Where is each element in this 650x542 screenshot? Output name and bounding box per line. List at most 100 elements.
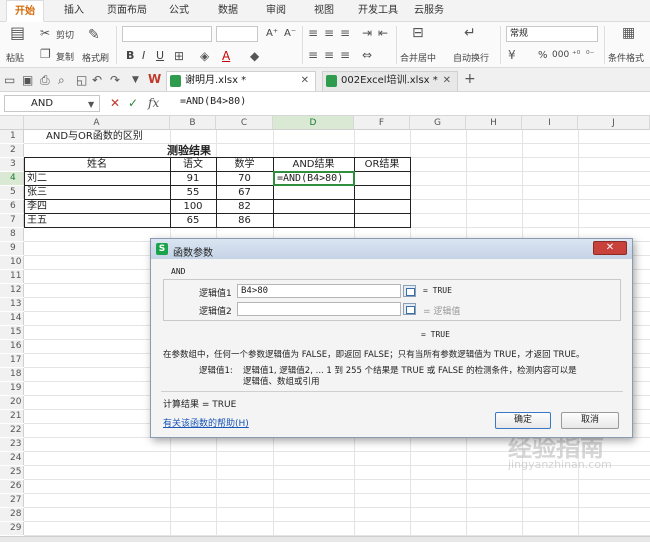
row-header[interactable]: 27 [0,494,24,507]
increase-decimal-icon[interactable]: ⁺⁰ [572,48,580,62]
tab-home[interactable]: 开始 [6,0,44,22]
redo-icon[interactable]: ↷ [110,73,120,87]
merge-center-button[interactable]: 合并居中 [400,51,436,64]
row-header[interactable]: 21 [0,410,24,423]
border-icon[interactable]: ⊞ [174,49,184,63]
ok-button[interactable]: 确定 [495,412,551,429]
arg1-input[interactable]: B4>80 [237,284,401,298]
collapse-dialog-icon[interactable] [403,285,416,297]
cell-chinese[interactable]: 55 [170,186,216,199]
cell-chinese[interactable]: 91 [170,172,216,185]
select-all-corner[interactable] [0,116,24,130]
name-box-dropdown-icon[interactable]: ▼ [88,98,94,112]
row-header[interactable]: 26 [0,480,24,493]
column-header-i[interactable]: I [522,116,578,130]
wrap-text-button[interactable]: 自动换行 [453,51,489,64]
cell-a1[interactable]: AND与OR函数的区别 [46,130,186,143]
row-header[interactable]: 4 [0,172,24,185]
row-header[interactable]: 29 [0,522,24,535]
row-header[interactable]: 23 [0,438,24,451]
row-header[interactable]: 9 [0,242,24,255]
row-header[interactable]: 13 [0,298,24,311]
header-or-result[interactable]: OR结果 [354,158,410,171]
conditional-format-icon[interactable]: ▦ [622,26,635,40]
indent-icon[interactable]: ⇥ [362,26,372,40]
row-header[interactable]: 1 [0,130,24,143]
print-icon[interactable]: ⎙ [40,73,50,87]
column-header-a[interactable]: A [24,116,170,130]
paste-label[interactable]: 粘贴 [6,51,24,64]
font-color-icon[interactable]: A [222,49,230,63]
wrap-text-icon[interactable]: ↵ [464,26,476,40]
tab-formulas[interactable]: 公式 [169,0,189,22]
table-title[interactable]: 测验结果 [24,144,354,157]
header-math[interactable]: 数学 [216,158,273,171]
row-header[interactable]: 6 [0,200,24,213]
doc-tab[interactable]: 002Excel培训.xlsx * ✕ [322,71,458,91]
cell-math[interactable]: 86 [216,214,273,227]
undo-icon[interactable]: ↶ [92,73,102,87]
wps-logo-icon[interactable]: W [148,72,161,86]
distribute-icon[interactable]: ⇔ [362,48,372,62]
outdent-icon[interactable]: ⇤ [378,26,388,40]
currency-icon[interactable]: ¥ [508,48,516,62]
close-tab-icon[interactable]: ✕ [301,72,309,90]
sheet-tab-bar[interactable] [0,536,650,542]
tab-data[interactable]: 数据 [218,0,238,22]
row-header[interactable]: 10 [0,256,24,269]
column-header-j[interactable]: J [578,116,650,130]
align-right-icon[interactable]: ≡ [340,48,350,62]
row-header[interactable]: 5 [0,186,24,199]
new-tab-icon[interactable]: + [464,72,476,86]
italic-button[interactable]: I [142,49,145,62]
align-top-icon[interactable]: ≡ [308,26,318,40]
dialog-title-bar[interactable]: S 函数参数 ✕ [151,239,632,259]
collapse-dialog-icon[interactable] [403,303,416,315]
cut-icon[interactable]: ✂ [40,26,50,40]
close-icon[interactable]: ✕ [593,241,627,255]
copy-button[interactable]: 复制 [56,50,74,63]
row-header[interactable]: 2 [0,144,24,157]
decrease-decimal-icon[interactable]: ⁰⁻ [586,48,594,62]
header-chinese[interactable]: 语文 [170,158,216,171]
tab-view[interactable]: 视图 [314,0,334,22]
cell-math[interactable]: 70 [216,172,273,185]
comma-button[interactable]: 000 [552,50,569,60]
conditional-format-button[interactable]: 条件格式 [608,51,644,64]
row-header[interactable]: 25 [0,466,24,479]
font-size-select[interactable] [216,26,258,42]
function-help-link[interactable]: 有关该函数的帮助(H) [163,416,249,429]
row-header[interactable]: 11 [0,270,24,283]
align-left-icon[interactable]: ≡ [308,48,318,62]
cell-chinese[interactable]: 100 [170,200,216,213]
tab-developer[interactable]: 开发工具 [358,0,398,22]
bold-button[interactable]: B [126,49,134,62]
row-header[interactable]: 20 [0,396,24,409]
row-header[interactable]: 3 [0,158,24,171]
tab-insert[interactable]: 插入 [64,0,84,22]
folder-icon[interactable]: ▭ [4,73,15,87]
fill-color-icon[interactable]: ◈ [200,49,209,63]
header-and-result[interactable]: AND结果 [273,158,354,171]
save-icon[interactable]: ▣ [22,73,33,87]
doc-tab-active[interactable]: 谢明月.xlsx * ✕ [166,71,316,91]
confirm-entry-icon[interactable]: ✓ [128,96,138,110]
column-header-b[interactable]: B [170,116,216,130]
font-name-select[interactable] [122,26,212,42]
close-tab-icon[interactable]: ✕ [443,72,451,90]
tab-cloud[interactable]: 云服务 [414,0,444,22]
row-header[interactable]: 17 [0,354,24,367]
row-header[interactable]: 16 [0,340,24,353]
formula-input[interactable]: =AND(B4>80) [180,96,246,107]
row-header[interactable]: 24 [0,452,24,465]
align-bottom-icon[interactable]: ≡ [340,26,350,40]
number-format-select[interactable]: 常规 [506,26,598,42]
tab-page-layout[interactable]: 页面布局 [107,0,147,22]
row-header[interactable]: 19 [0,382,24,395]
format-painter-icon[interactable]: ✎ [88,28,100,42]
row-header[interactable]: 12 [0,284,24,297]
name-box[interactable]: AND [4,95,100,112]
row-header[interactable]: 28 [0,508,24,521]
row-header[interactable]: 8 [0,228,24,241]
cell-chinese[interactable]: 65 [170,214,216,227]
